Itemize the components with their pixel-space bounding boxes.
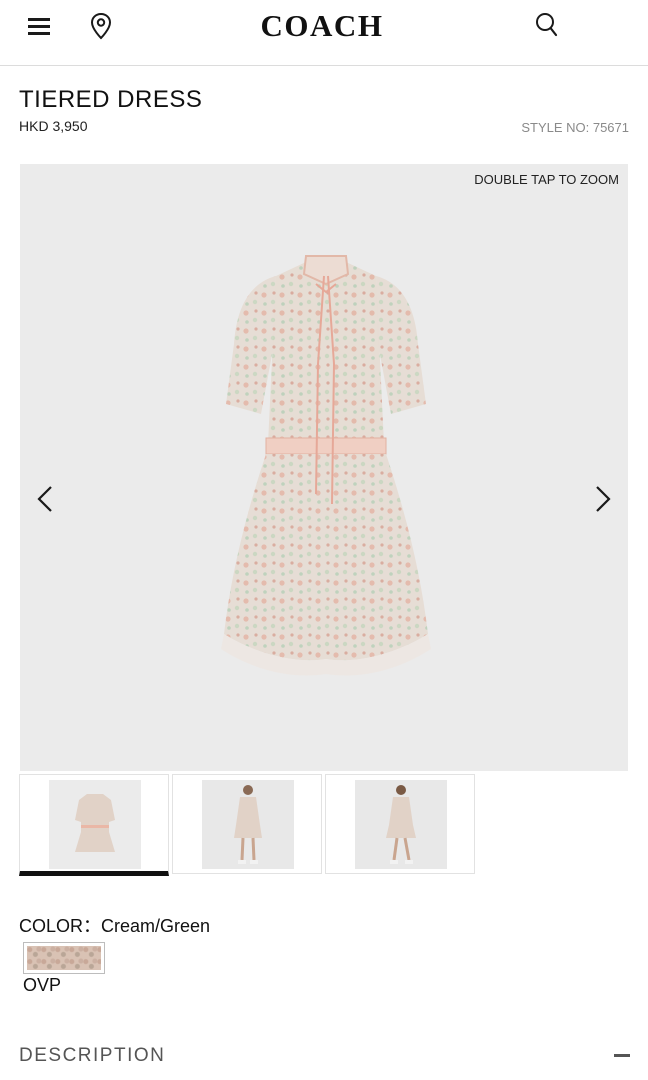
dress-thumbnail-image [49,780,141,869]
minus-icon[interactable] [614,1054,630,1057]
chevron-right-icon[interactable] [592,484,614,514]
thumbnail-strip [19,774,475,876]
brand-logo[interactable]: COACH [222,8,422,44]
model-side-thumbnail-image [355,780,447,869]
chevron-left-icon[interactable] [34,484,56,514]
thumbnail-1[interactable] [19,774,169,876]
hamburger-menu-icon[interactable] [28,16,50,36]
thumbnail-3[interactable] [325,774,475,874]
dress-image[interactable] [206,254,446,684]
color-swatch[interactable] [23,942,105,974]
zoom-hint: DOUBLE TAP TO ZOOM [474,172,619,187]
swatch-label: OVP [23,975,62,995]
description-header[interactable]: DESCRIPTION [19,1045,165,1067]
site-header: COACH [0,0,648,66]
thumbnail-2[interactable] [172,774,322,874]
location-pin-icon[interactable] [90,12,112,40]
product-image-viewer[interactable]: DOUBLE TAP TO ZOOM [20,164,628,771]
style-number: STYLE NO: 75671 [521,120,629,135]
product-price: HKD 3,950 [19,118,88,134]
product-title: TIERED DRESS [19,86,203,113]
search-icon[interactable] [534,11,560,39]
color-label: COLOR：Cream/Green [19,916,211,936]
swatch-fill [27,946,101,970]
model-front-thumbnail-image [202,780,294,869]
